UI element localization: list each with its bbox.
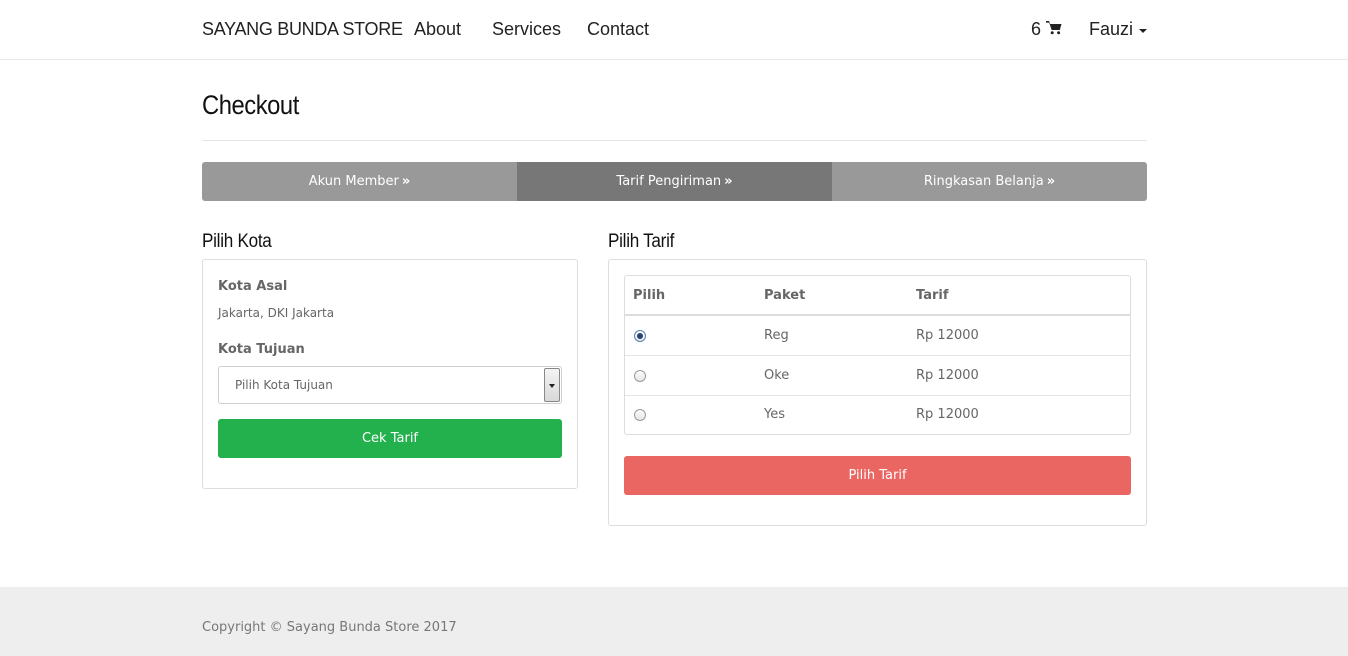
table-row: Yes Rp 12000	[625, 395, 1130, 435]
caret-down-icon	[1139, 29, 1147, 33]
nav-services-link[interactable]: Services	[492, 19, 561, 40]
column-header-tarif: Tarif	[916, 288, 949, 303]
step-ringkasan-belanja[interactable]: Ringkasan Belanja »	[832, 162, 1147, 201]
tarif-cell: Rp 12000	[916, 328, 979, 343]
checkout-steps: Akun Member » Tarif Pengiriman » Ringkas…	[202, 162, 1147, 201]
double-chevron-right-icon: »	[1046, 174, 1056, 189]
cek-tarif-button[interactable]: Cek Tarif	[218, 419, 562, 458]
tarif-table: Pilih Paket Tarif Reg Rp 12000 Oke Rp 12…	[624, 275, 1131, 435]
step-label: Tarif Pengiriman	[616, 174, 722, 189]
pilih-tarif-panel: Pilih Paket Tarif Reg Rp 12000 Oke Rp 12…	[608, 259, 1147, 526]
kota-tujuan-select[interactable]: Pilih Kota Tujuan	[218, 366, 562, 404]
tarif-cell: Rp 12000	[916, 368, 979, 383]
tarif-radio-yes[interactable]	[634, 409, 646, 421]
tarif-cell: Rp 12000	[916, 407, 979, 422]
user-name: Fauzi	[1088, 19, 1133, 39]
pilih-tarif-button[interactable]: Pilih Tarif	[624, 456, 1131, 495]
paket-cell: Reg	[764, 328, 789, 343]
kota-asal-value: Jakarta, DKI Jakarta	[218, 306, 335, 320]
paket-cell: Oke	[764, 368, 790, 383]
paket-cell: Yes	[764, 407, 785, 422]
double-chevron-right-icon: »	[401, 174, 411, 189]
pilih-kota-panel: Kota Asal Jakarta, DKI Jakarta Kota Tuju…	[202, 259, 578, 489]
step-label: Ringkasan Belanja	[923, 174, 1044, 189]
double-chevron-right-icon: »	[724, 174, 733, 189]
nav-contact-link[interactable]: Contact	[587, 19, 649, 40]
brand-link[interactable]: SAYANG BUNDA STORE	[202, 19, 403, 40]
kota-tujuan-label: Kota Tujuan	[218, 342, 305, 357]
tarif-radio-reg[interactable]	[634, 330, 646, 342]
step-label: Akun Member	[308, 174, 399, 189]
column-header-paket: Paket	[764, 288, 806, 303]
shopping-cart-icon	[1046, 19, 1062, 40]
nav-about-link[interactable]: About	[414, 19, 461, 40]
navbar-inner: SAYANG BUNDA STORE About Services Contac…	[202, 0, 1147, 60]
page-title: Checkout	[202, 90, 299, 120]
pilih-tarif-heading: Pilih Tarif	[608, 231, 675, 252]
kota-tujuan-selected: Pilih Kota Tujuan	[235, 378, 333, 392]
cart-count: 6	[1030, 19, 1041, 39]
dropdown-arrow-icon[interactable]	[544, 368, 560, 402]
navbar: SAYANG BUNDA STORE About Services Contac…	[0, 0, 1348, 60]
table-row: Oke Rp 12000	[625, 356, 1130, 396]
cart-link[interactable]: 6	[1031, 19, 1062, 40]
step-tarif-pengiriman[interactable]: Tarif Pengiriman »	[517, 162, 832, 201]
pilih-kota-heading: Pilih Kota	[202, 231, 272, 252]
kota-asal-label: Kota Asal	[218, 279, 288, 294]
title-divider	[202, 140, 1147, 141]
footer: Copyright © Sayang Bunda Store 2017	[0, 587, 1348, 656]
table-header-row: Pilih Paket Tarif	[625, 276, 1130, 316]
table-row: Reg Rp 12000	[625, 316, 1130, 356]
copyright-text: Copyright © Sayang Bunda Store 2017	[202, 620, 457, 635]
step-akun-member[interactable]: Akun Member »	[202, 162, 517, 201]
column-header-pilih: Pilih	[633, 288, 666, 303]
tarif-radio-oke[interactable]	[634, 370, 646, 382]
user-menu-toggle[interactable]: Fauzi	[1089, 19, 1147, 40]
